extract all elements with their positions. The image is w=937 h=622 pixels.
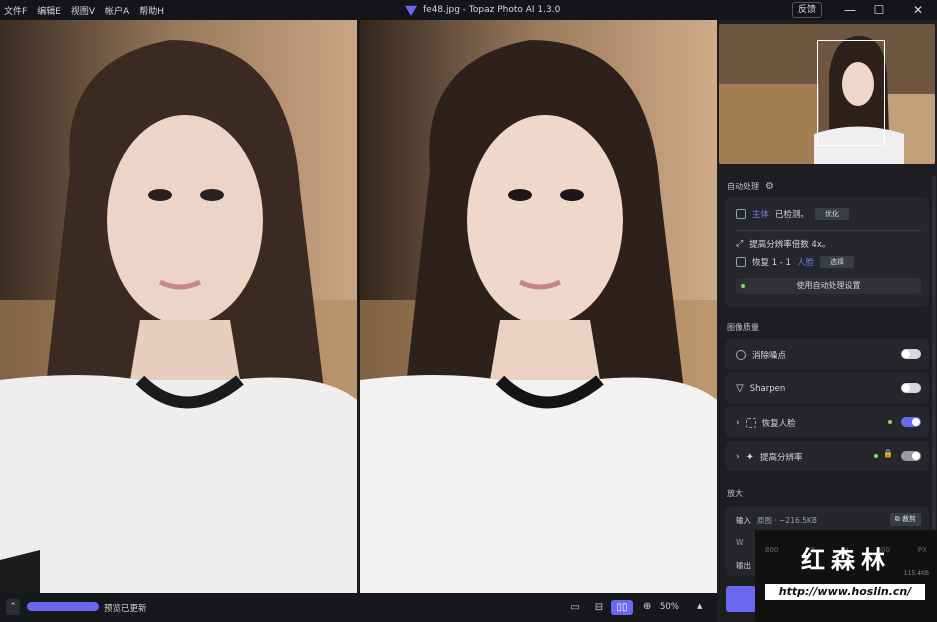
zoom-dropdown-icon[interactable]: ▲ xyxy=(697,602,702,610)
auto-section-title: 自动处理 xyxy=(727,182,759,191)
subject-link[interactable]: 主体 xyxy=(752,208,769,220)
crop-button[interactable]: ⧉ 裁剪 xyxy=(889,513,921,526)
side-by-side-icon: ▯▯ xyxy=(616,602,628,613)
output-size: 115.4KB xyxy=(903,570,929,577)
gear-icon[interactable]: ⚙ xyxy=(765,181,774,192)
processed-photo xyxy=(360,20,717,593)
auto-section-header: 自动处理 ⚙ xyxy=(727,181,774,192)
lock-icon: 🔒 xyxy=(883,449,893,458)
face-scan-icon xyxy=(745,418,756,428)
select-button[interactable]: 选择 xyxy=(820,256,855,268)
progress-bar xyxy=(27,602,99,611)
navigator-thumbnail[interactable] xyxy=(719,24,935,164)
face-link[interactable]: 人脸 xyxy=(797,256,814,268)
output-label: 输出 xyxy=(736,561,751,570)
menu-file[interactable]: 文件F xyxy=(4,4,27,17)
denoise-icon xyxy=(736,350,746,360)
optimize-button[interactable]: 优化 xyxy=(815,208,850,220)
sharpen-card[interactable]: ▽ Sharpen xyxy=(726,373,929,403)
input-label: 输入 xyxy=(736,516,751,525)
menu-view[interactable]: 视图V xyxy=(71,4,95,17)
split-view-button[interactable]: ⊟ xyxy=(588,600,610,615)
upscale-toggle[interactable] xyxy=(901,451,921,461)
crop-label: 裁剪 xyxy=(902,515,916,523)
zoom-level[interactable]: 50% xyxy=(660,602,679,612)
face-recovery-card[interactable]: › 恢复人脸 xyxy=(726,407,929,437)
chevron-right-icon[interactable]: › xyxy=(736,452,740,462)
subject-detected-text: 已检测。 xyxy=(775,210,810,220)
menu-bar: 文件F 编辑E 视图V 帐户A 帮助H xyxy=(0,4,164,17)
denoise-row: 消除噪点 xyxy=(736,349,786,361)
panel-scrollbar[interactable] xyxy=(932,175,936,575)
window-title-text: fe48.jpg - Topaz Photo AI 1.3.0 xyxy=(423,5,561,15)
face-recovery-row: › 恢复人脸 xyxy=(736,417,796,429)
upscale-card-row: › ✦ 提高分辨率 xyxy=(736,451,803,464)
auto-card: 主体 已检测。 优化 ⤢ 提高分辨率倍数 4x。 恢复 1 - 1 人脸 选择 … xyxy=(726,198,929,306)
active-dot xyxy=(888,420,892,424)
restore-row: 恢复 1 - 1 人脸 选择 xyxy=(736,256,855,268)
quality-section-title: 图像质量 xyxy=(727,323,759,332)
denoise-card[interactable]: 消除噪点 xyxy=(726,339,929,369)
menu-help[interactable]: 帮助H xyxy=(139,4,164,17)
divider xyxy=(736,230,921,231)
chevron-right-icon[interactable]: › xyxy=(736,418,740,428)
upscale-label: 提高分辨率 xyxy=(760,453,803,463)
close-icon[interactable]: ✕ xyxy=(903,0,933,20)
watermark-url: http://www.hoslin.cn/ xyxy=(765,584,925,600)
subject-icon xyxy=(736,209,746,219)
app-logo-icon xyxy=(405,5,417,16)
preview-status: 预览已更新 xyxy=(104,604,147,614)
status-dot xyxy=(741,284,745,288)
side-by-side-button[interactable]: ▯▯ xyxy=(611,600,633,615)
menu-account[interactable]: 帐户A xyxy=(105,4,129,17)
sharpen-icon: ▽ xyxy=(736,383,744,394)
window-title: fe48.jpg - Topaz Photo AI 1.3.0 xyxy=(405,0,560,20)
upscale-card[interactable]: › ✦ 提高分辨率 🔒 xyxy=(726,441,929,471)
sharpen-row: ▽ Sharpen xyxy=(736,383,785,394)
crop-icon: ⧉ xyxy=(894,515,900,523)
feedback-button[interactable]: 反馈 xyxy=(792,2,823,18)
subject-row: 主体 已检测。 优化 xyxy=(736,208,850,220)
app-window: 文件F 编辑E 视图V 帐户A 帮助H fe48.jpg - Topaz Pho… xyxy=(0,0,937,622)
sparkle-icon: ✦ xyxy=(745,451,754,463)
face-recovery-label: 恢复人脸 xyxy=(761,419,796,429)
restore-text: 恢复 1 - 1 xyxy=(752,258,791,268)
original-image-pane[interactable] xyxy=(0,20,357,593)
single-view-button[interactable]: ▭ xyxy=(564,600,586,615)
title-bar: 文件F 编辑E 视图V 帐户A 帮助H fe48.jpg - Topaz Pho… xyxy=(0,0,937,20)
zoom-icon[interactable]: ⊕ xyxy=(643,601,651,612)
chevron-up-icon[interactable]: ⌃ xyxy=(6,599,20,615)
denoise-label: 消除噪点 xyxy=(752,351,787,361)
enlarge-section-title: 放大 xyxy=(727,489,743,498)
denoise-toggle[interactable] xyxy=(901,349,921,359)
split-view-icon: ⊟ xyxy=(594,602,604,613)
maximize-icon[interactable]: ☐ xyxy=(864,0,894,20)
sharpen-toggle[interactable] xyxy=(901,383,921,393)
upscale-row: ⤢ 提高分辨率倍数 4x。 xyxy=(736,238,830,250)
width-label: W xyxy=(736,538,744,547)
single-view-icon: ▭ xyxy=(570,602,580,613)
face-recovery-toggle[interactable] xyxy=(901,417,921,427)
original-photo xyxy=(0,20,357,593)
expand-icon: ⤢ xyxy=(736,239,744,249)
upscale-text: 提高分辨率倍数 4x。 xyxy=(749,240,831,250)
input-row: 输入 原图 · ~216.5KB xyxy=(736,515,817,526)
minimize-icon[interactable]: — xyxy=(835,0,865,20)
active-dot xyxy=(874,454,878,458)
export-button[interactable] xyxy=(726,586,756,612)
viewport-frame[interactable] xyxy=(817,40,885,146)
face-icon xyxy=(736,257,746,267)
sharpen-label: Sharpen xyxy=(749,383,786,394)
preview-image-pane[interactable] xyxy=(360,20,717,593)
watermark: 800 PX H 500 PX 红森林 115.4KB http://www.h… xyxy=(755,530,937,622)
auto-settings-button[interactable]: 使用自动处理设置 xyxy=(736,278,921,294)
input-info: 原图 · ~216.5KB xyxy=(757,516,817,525)
menu-edit[interactable]: 编辑E xyxy=(37,4,61,17)
bottom-bar: ⌃ 预览已更新 ▭ ⊟ ▯▯ ⊕ 50% ▲ xyxy=(0,593,717,622)
auto-settings-label: 使用自动处理设置 xyxy=(796,281,861,290)
